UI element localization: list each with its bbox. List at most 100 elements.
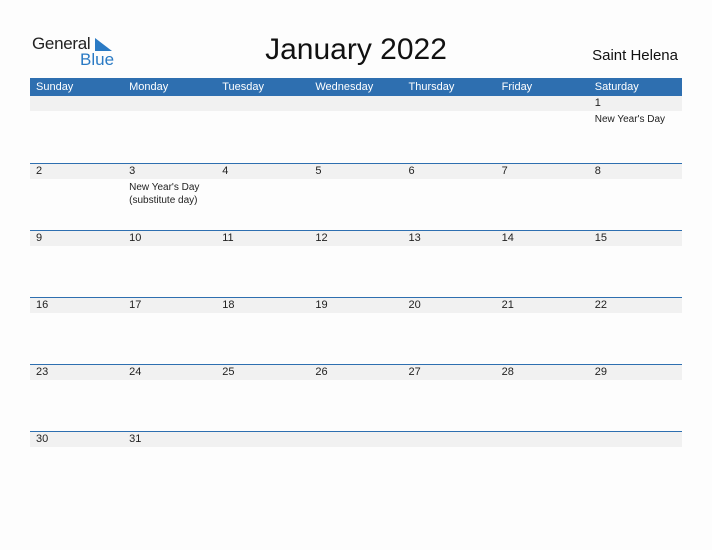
day-number bbox=[123, 96, 216, 111]
holiday-label bbox=[30, 246, 123, 248]
day-number: 7 bbox=[501, 165, 508, 177]
holiday-label bbox=[496, 179, 589, 207]
holiday-label bbox=[496, 380, 589, 382]
holiday-label bbox=[216, 179, 309, 207]
holiday-label bbox=[309, 179, 402, 207]
day-number: 27 bbox=[408, 366, 421, 378]
day-number: 12 bbox=[315, 232, 328, 244]
weekday-header: Sunday Monday Tuesday Wednesday Thursday… bbox=[30, 78, 682, 96]
day-number: 23 bbox=[36, 366, 49, 378]
holiday-label bbox=[403, 313, 496, 315]
weekday-wednesday: Wednesday bbox=[315, 81, 374, 93]
day-number: 10 bbox=[129, 232, 142, 244]
weekday-saturday: Saturday bbox=[594, 81, 639, 93]
day-number: 6 bbox=[408, 165, 415, 177]
day-number: 18 bbox=[222, 299, 235, 311]
day-number: 31 bbox=[129, 433, 142, 445]
event-row bbox=[30, 246, 682, 248]
event-row bbox=[30, 380, 682, 382]
holiday-label bbox=[403, 179, 496, 207]
day-number: 3 bbox=[129, 165, 136, 177]
holiday-label bbox=[309, 313, 402, 315]
event-row bbox=[30, 313, 682, 315]
holiday-label bbox=[30, 111, 123, 126]
holiday-label bbox=[403, 246, 496, 248]
holiday-label bbox=[123, 111, 216, 126]
day-number: 21 bbox=[501, 299, 514, 311]
day-number: 8 bbox=[594, 165, 601, 177]
event-row: New Year's Day (substitute day) bbox=[30, 179, 682, 207]
holiday-label bbox=[30, 313, 123, 315]
holiday-label bbox=[589, 246, 682, 248]
holiday-label bbox=[123, 447, 216, 449]
day-number: 14 bbox=[501, 232, 514, 244]
day-number: 4 bbox=[222, 165, 229, 177]
holiday-label bbox=[216, 246, 309, 248]
holiday-label bbox=[403, 111, 496, 126]
holiday-label bbox=[589, 179, 682, 207]
weekday-tuesday: Tuesday bbox=[222, 81, 265, 93]
day-number bbox=[496, 432, 589, 447]
day-number bbox=[496, 96, 589, 111]
day-number: 20 bbox=[408, 299, 421, 311]
day-number bbox=[589, 432, 682, 447]
event-row bbox=[30, 447, 682, 449]
holiday-label bbox=[309, 380, 402, 382]
day-number-row: 1 bbox=[30, 96, 682, 111]
holiday-label bbox=[123, 313, 216, 315]
holiday-label: New Year's Day (substitute day) bbox=[129, 182, 200, 206]
day-number bbox=[309, 432, 402, 447]
holiday-label bbox=[309, 447, 402, 449]
day-number: 30 bbox=[36, 433, 49, 445]
day-number bbox=[403, 96, 496, 111]
holiday-label bbox=[496, 111, 589, 126]
calendar-grid: Sunday Monday Tuesday Wednesday Thursday… bbox=[30, 78, 682, 498]
day-number bbox=[309, 96, 402, 111]
day-number: 13 bbox=[408, 232, 421, 244]
day-number bbox=[216, 432, 309, 447]
holiday-label bbox=[30, 179, 123, 207]
holiday-label bbox=[496, 246, 589, 248]
holiday-label bbox=[216, 447, 309, 449]
weekday-thursday: Thursday bbox=[408, 81, 455, 93]
day-number bbox=[403, 432, 496, 447]
event-row: New Year's Day bbox=[30, 111, 682, 126]
holiday-label bbox=[496, 447, 589, 449]
holiday-label bbox=[216, 380, 309, 382]
day-number: 5 bbox=[315, 165, 322, 177]
week-row: 2 3 4 5 6 7 8 New Year's Day (substitute day) bbox=[30, 163, 682, 230]
holiday-label bbox=[309, 111, 402, 126]
day-number-row: 23 24 25 26 27 28 29 bbox=[30, 365, 682, 380]
weekday-monday: Monday bbox=[129, 81, 169, 93]
country-label: Saint Helena bbox=[592, 47, 678, 64]
day-number-row: 2 3 4 5 6 7 8 bbox=[30, 164, 682, 179]
day-number: 9 bbox=[36, 232, 43, 244]
day-number-row: 30 31 bbox=[30, 432, 682, 447]
holiday-label bbox=[123, 246, 216, 248]
day-number: 29 bbox=[594, 366, 607, 378]
day-number: 28 bbox=[501, 366, 514, 378]
week-row: 1 New Year's Day bbox=[30, 96, 682, 163]
weekday-sunday: Sunday bbox=[36, 81, 74, 93]
holiday-label bbox=[30, 380, 123, 382]
week-row: 9 10 11 12 13 14 15 bbox=[30, 230, 682, 297]
holiday-label bbox=[309, 246, 402, 248]
holiday-label: New Year's Day bbox=[594, 114, 666, 125]
day-number: 11 bbox=[222, 232, 234, 244]
week-row: 23 24 25 26 27 28 29 bbox=[30, 364, 682, 431]
holiday-label bbox=[30, 447, 123, 449]
holiday-label bbox=[496, 313, 589, 315]
day-number-row: 9 10 11 12 13 14 15 bbox=[30, 231, 682, 246]
day-number bbox=[216, 96, 309, 111]
holiday-label bbox=[216, 313, 309, 315]
day-number: 16 bbox=[36, 299, 49, 311]
weekday-friday: Friday bbox=[501, 81, 533, 93]
day-number: 26 bbox=[315, 366, 328, 378]
day-number bbox=[30, 96, 123, 111]
day-number: 19 bbox=[315, 299, 328, 311]
holiday-label bbox=[216, 111, 309, 126]
day-number: 1 bbox=[594, 97, 601, 109]
day-number: 2 bbox=[36, 165, 43, 177]
holiday-label bbox=[403, 447, 496, 449]
day-number: 25 bbox=[222, 366, 235, 378]
